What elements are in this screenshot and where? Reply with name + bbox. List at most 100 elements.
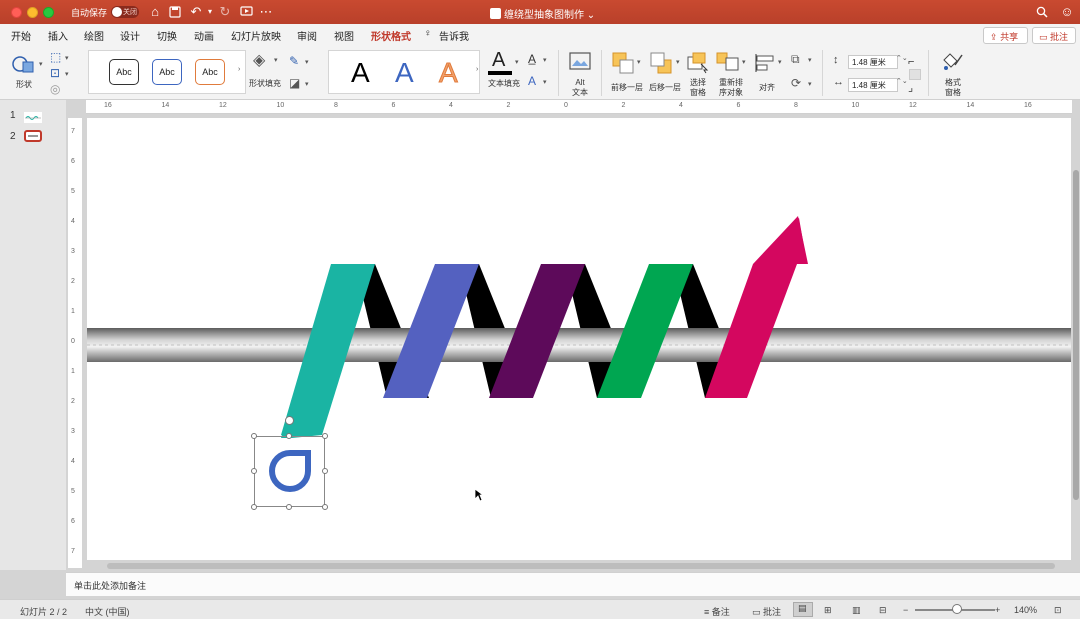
resize-handle-br[interactable] — [322, 504, 328, 510]
lock-aspect-ratio-checkbox[interactable] — [909, 69, 921, 80]
width-stepper-icon[interactable]: ⌃⌄ — [896, 77, 908, 85]
shape-fill-dropdown-icon[interactable]: ▾ — [274, 56, 278, 64]
alt-text-button[interactable]: Alt 文本 — [565, 50, 595, 97]
normal-view-button[interactable]: ▤ — [793, 602, 813, 617]
shape-effects-dropdown-icon[interactable]: ▾ — [305, 80, 309, 88]
height-stepper-icon[interactable]: ⌃⌄ — [896, 54, 908, 62]
rotate-icon[interactable]: ⟳ — [791, 76, 801, 90]
wordart-style-2[interactable]: A — [395, 56, 414, 90]
edit-shape-icon[interactable]: ⬚ — [50, 50, 61, 64]
language-indicator[interactable]: 中文 (中国) — [85, 605, 130, 618]
save-icon[interactable] — [167, 4, 183, 20]
selected-shape-box[interactable] — [254, 436, 325, 507]
slide-thumbnail-1[interactable] — [24, 112, 42, 123]
text-fill-icon[interactable]: A — [492, 48, 505, 72]
share-button[interactable]: ⇪ 共享 — [983, 27, 1028, 44]
tab-design[interactable]: 设计 — [120, 28, 140, 43]
resize-handle-mr[interactable] — [322, 468, 328, 474]
reading-view-icon[interactable]: ▥ — [852, 605, 861, 616]
tell-me-search[interactable]: 告诉我 — [439, 28, 469, 43]
shape-height-input[interactable]: 1.48 厘米 — [848, 55, 898, 69]
resize-handle-tm[interactable] — [286, 433, 292, 439]
rotate-handle[interactable] — [285, 416, 294, 425]
textbox-icon[interactable]: ⊡ — [50, 66, 60, 80]
text-fill-label[interactable]: 文本填充 — [486, 79, 522, 89]
shape-width-input[interactable]: 1.48 厘米 — [848, 78, 898, 92]
zoom-level[interactable]: 140% — [1014, 605, 1037, 615]
wordart-style-3[interactable]: A — [439, 56, 459, 90]
group-icon[interactable]: ⧉ — [791, 52, 800, 67]
notes-pane[interactable]: 单击此处添加备注 — [66, 572, 1080, 596]
close-window-button[interactable] — [11, 7, 22, 18]
align-dropdown-icon[interactable]: ▾ — [778, 58, 782, 66]
undo-dropdown-icon[interactable]: ▾ — [202, 4, 218, 20]
tab-insert[interactable]: 插入 — [48, 28, 68, 43]
zoom-in-icon[interactable]: + — [995, 605, 1000, 615]
resize-handle-tr[interactable] — [322, 433, 328, 439]
minimize-window-button[interactable] — [27, 7, 38, 18]
shape-fill-label[interactable]: 形状填充 — [247, 79, 283, 89]
resize-handle-bm[interactable] — [286, 504, 292, 510]
resize-handle-ml[interactable] — [251, 468, 257, 474]
zoom-out-icon[interactable]: − — [903, 605, 908, 615]
tab-review[interactable]: 审阅 — [297, 28, 317, 43]
text-effects-dropdown-icon[interactable]: ▾ — [543, 78, 547, 86]
vertical-scrollbar[interactable] — [1073, 170, 1079, 500]
tab-slideshow[interactable]: 幻灯片放映 — [231, 28, 281, 43]
text-outline-icon[interactable]: A̲ — [528, 52, 536, 66]
insert-shape-button[interactable]: 形状 — [8, 50, 40, 96]
reorder-dropdown-icon[interactable]: ▾ — [742, 58, 746, 66]
comments-toggle-button[interactable]: ▭ 批注 — [752, 605, 781, 618]
wordart-style-1[interactable]: A — [351, 56, 370, 90]
fit-to-window-icon[interactable]: ⊡ — [1054, 605, 1062, 616]
text-fill-dropdown-icon[interactable]: ▾ — [515, 58, 519, 66]
tab-home[interactable]: 开始 — [11, 28, 31, 43]
edit-shape-dropdown-icon[interactable]: ▾ — [65, 54, 69, 62]
slide-canvas[interactable] — [87, 118, 1071, 560]
tab-draw[interactable]: 绘图 — [84, 28, 104, 43]
search-icon[interactable] — [1034, 4, 1050, 20]
align-button[interactable]: 对齐 — [751, 50, 783, 96]
shape-effects-icon[interactable]: ◪ — [289, 76, 300, 90]
text-outline-dropdown-icon[interactable]: ▾ — [543, 56, 547, 64]
format-pane-button[interactable]: 格式 窗格 — [937, 50, 969, 97]
shape-style-3[interactable]: Abc — [195, 59, 225, 85]
shape-styles-more-icon[interactable]: › — [238, 66, 240, 73]
text-effects-icon[interactable]: A — [528, 74, 536, 88]
shape-outline-icon[interactable]: ✎ — [289, 54, 299, 68]
slide-thumbnail-2-selected[interactable] — [24, 130, 42, 142]
bring-forward-button[interactable]: 前移一层 — [608, 50, 646, 96]
horizontal-scrollbar[interactable] — [107, 563, 1055, 569]
send-backward-button[interactable]: 后移一层 — [646, 50, 684, 96]
redo-icon[interactable]: ↻ — [217, 4, 233, 20]
slide-sorter-view-icon[interactable]: ⊞ — [824, 605, 832, 616]
reorder-objects-button[interactable]: 重新排 序对象 — [713, 50, 749, 97]
autosave-toggle[interactable]: 关闭 — [111, 6, 139, 18]
send-backward-dropdown-icon[interactable]: ▾ — [676, 58, 680, 66]
tab-transitions[interactable]: 切换 — [157, 28, 177, 43]
bring-forward-dropdown-icon[interactable]: ▾ — [637, 58, 641, 66]
group-dropdown-icon[interactable]: ▾ — [808, 56, 812, 64]
notes-toggle-button[interactable]: ≡ 备注 — [704, 605, 730, 618]
present-icon[interactable] — [238, 4, 254, 20]
zoom-window-button[interactable] — [43, 7, 54, 18]
paint-bucket-icon[interactable]: ◈ — [253, 50, 265, 70]
tab-shape-format[interactable]: 形状格式 — [371, 28, 411, 48]
merge-shapes-icon[interactable]: ◎ — [50, 82, 60, 96]
shape-style-1[interactable]: Abc — [109, 59, 139, 85]
comments-button[interactable]: ▭ 批注 — [1032, 27, 1076, 44]
resize-handle-bl[interactable] — [251, 504, 257, 510]
wordart-more-icon[interactable]: › — [476, 66, 478, 73]
zoom-slider-thumb[interactable] — [952, 604, 962, 614]
tab-animations[interactable]: 动画 — [194, 28, 214, 43]
more-icon[interactable]: ⋯ — [258, 4, 274, 20]
crop-icon[interactable]: ⌐ — [908, 56, 914, 68]
feedback-smiley-icon[interactable]: ☺ — [1059, 4, 1075, 20]
tab-view[interactable]: 视图 — [334, 28, 354, 43]
shape-style-2[interactable]: Abc — [152, 59, 182, 85]
size-dialog-icon[interactable]: ⌟ — [908, 81, 913, 94]
resize-handle-tl[interactable] — [251, 433, 257, 439]
rotate-dropdown-icon[interactable]: ▾ — [808, 80, 812, 88]
shape-outline-dropdown-icon[interactable]: ▾ — [305, 58, 309, 66]
home-icon[interactable]: ⌂ — [147, 4, 163, 20]
